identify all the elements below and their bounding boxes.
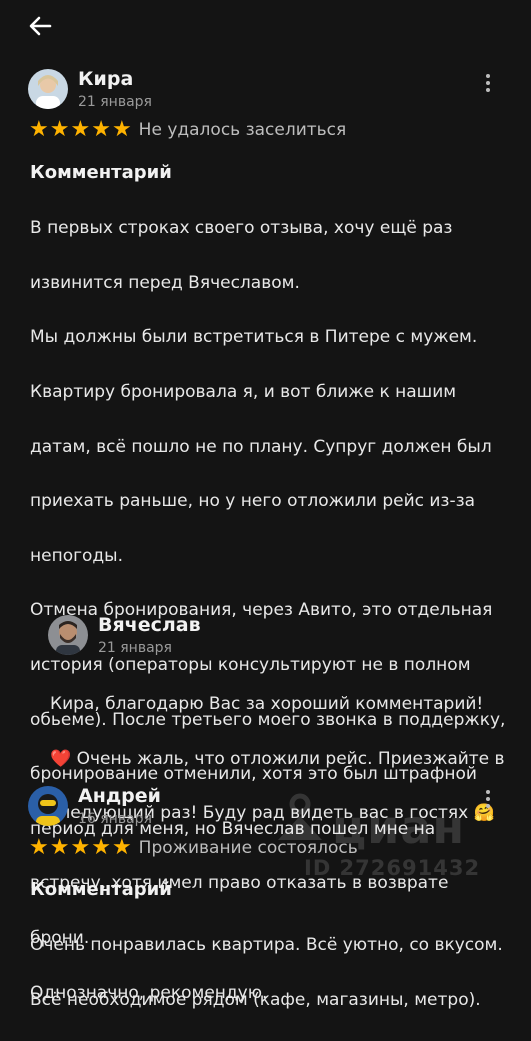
back-arrow-icon[interactable] <box>26 12 54 40</box>
reply-line: Кира, благодарю Вас за хороший комментар… <box>50 694 484 715</box>
reply-line: ❤️ Очень жаль, что отложили рейс. Приезж… <box>50 748 505 769</box>
comment-line: извинится перед Вячеславом. <box>30 272 300 293</box>
rating-status-text: Проживание состоялось <box>138 838 358 858</box>
review-author-name: Кира <box>78 68 134 90</box>
star-icon: ★ <box>49 835 70 860</box>
rating-status-text: Не удалось заселиться <box>138 120 347 140</box>
star-icon: ★ <box>91 117 111 142</box>
review-author-name: Андрей <box>78 785 161 807</box>
avatar-vyacheslav[interactable] <box>48 615 88 655</box>
reply-author-name: Вячеслав <box>98 614 201 636</box>
avatar-image <box>28 69 68 109</box>
rating-stars: ★ ★ ★ ★ ★ Не удалось заселиться <box>29 119 346 141</box>
comment-line: непогоды. <box>30 545 124 566</box>
reply-date: 21 января <box>98 640 172 656</box>
heart-emoji-icon: ❤️ <box>50 748 72 769</box>
watermark-brand: циан <box>332 800 466 854</box>
comment-line: В первых строках своего отзыва, хочу ещё… <box>30 218 453 239</box>
star-icon: ★ <box>111 117 132 142</box>
cian-logo-icon <box>278 793 322 840</box>
comment-line: датам, всё пошло не по плану. Супруг дол… <box>30 436 492 457</box>
comment-line: Квартиру бронировала я, и вот ближе к на… <box>30 382 457 403</box>
comment-line: Очень понравилась квартира. Всё уютно, с… <box>30 935 503 956</box>
comment-line: приехать раньше, но у него отложили рейс… <box>30 491 476 512</box>
more-options-icon[interactable] <box>484 790 492 812</box>
avatar-kira[interactable] <box>28 69 68 109</box>
star-icon: ★ <box>70 835 91 860</box>
star-icon: ★ <box>91 835 111 860</box>
watermark-id: ID 272691432 <box>304 856 481 880</box>
star-icon: ★ <box>29 117 49 142</box>
comment-body: Очень понравилась квартира. Всё уютно, с… <box>30 905 520 1041</box>
review-date: 16 января <box>78 811 152 827</box>
review-date: 21 января <box>78 94 152 110</box>
comment-heading: Комментарий <box>30 879 172 900</box>
avatar-andrey[interactable] <box>28 786 68 826</box>
more-options-icon[interactable] <box>484 74 492 96</box>
star-icon: ★ <box>111 835 132 860</box>
star-icon: ★ <box>49 117 70 142</box>
avatar-image <box>28 786 68 826</box>
star-icon: ★ <box>29 835 49 860</box>
star-icon: ★ <box>70 117 91 142</box>
comment-heading: Комментарий <box>30 162 172 183</box>
avatar-image <box>48 615 88 655</box>
comment-line: Всё необходимое рядом (кафе, магазины, м… <box>30 989 481 1010</box>
comment-line: Мы должны были встретиться в Питере с му… <box>30 327 478 348</box>
